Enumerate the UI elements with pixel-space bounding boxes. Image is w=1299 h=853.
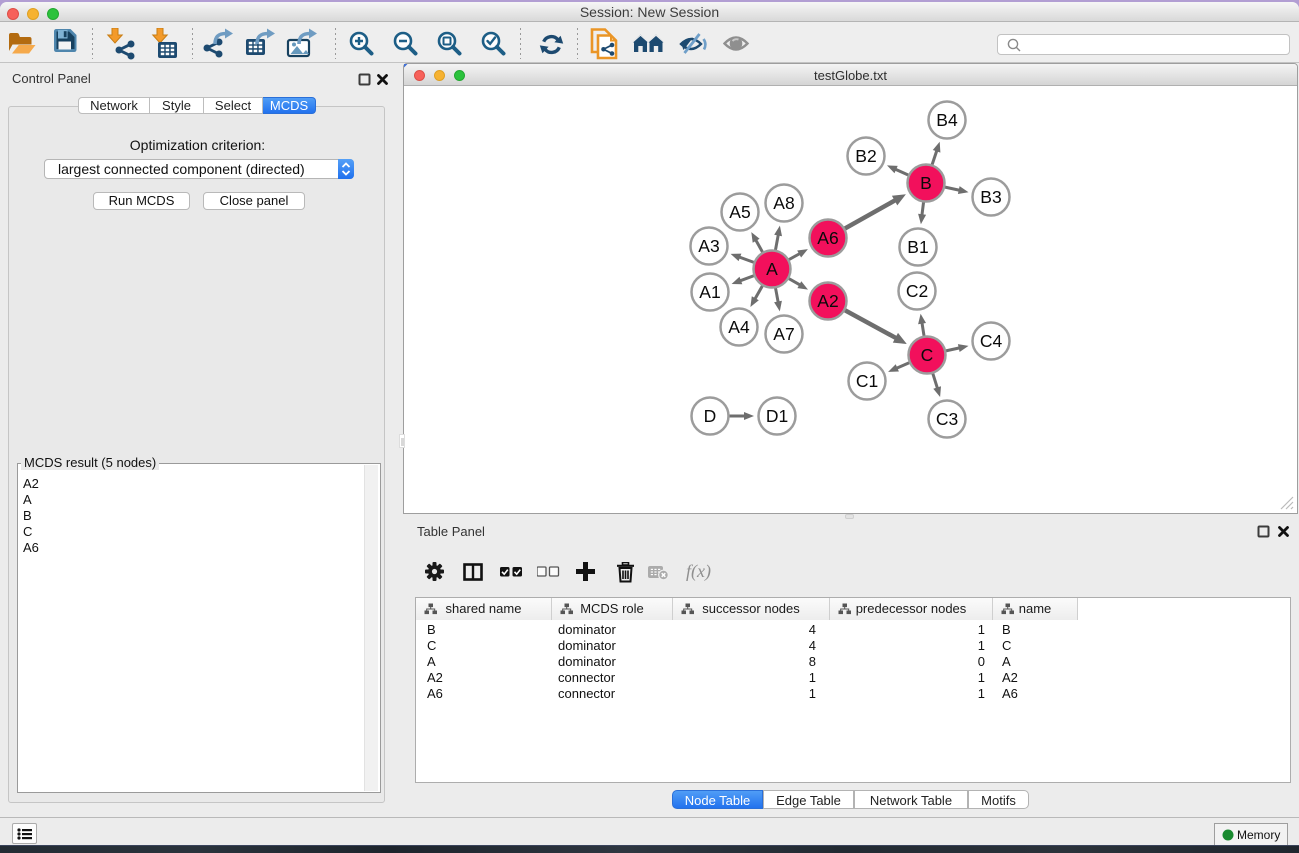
svg-text:C2: C2 [906,281,928,301]
svg-text:B: B [920,173,932,193]
svg-text:C: C [921,345,934,365]
svg-text:B1: B1 [907,237,928,257]
svg-text:A: A [766,259,778,279]
svg-text:A4: A4 [728,317,750,337]
svg-text:B3: B3 [980,187,1001,207]
svg-text:A1: A1 [699,282,720,302]
svg-text:C1: C1 [856,371,878,391]
svg-text:C4: C4 [980,331,1003,351]
svg-text:A7: A7 [773,324,794,344]
svg-text:B2: B2 [855,146,876,166]
svg-text:A3: A3 [698,236,719,256]
svg-text:A2: A2 [817,291,838,311]
svg-text:A8: A8 [773,193,794,213]
svg-text:A5: A5 [729,202,750,222]
svg-text:D: D [704,406,717,426]
svg-text:A6: A6 [817,228,838,248]
svg-text:B4: B4 [936,110,958,130]
svg-text:C3: C3 [936,409,958,429]
svg-text:D1: D1 [766,406,788,426]
